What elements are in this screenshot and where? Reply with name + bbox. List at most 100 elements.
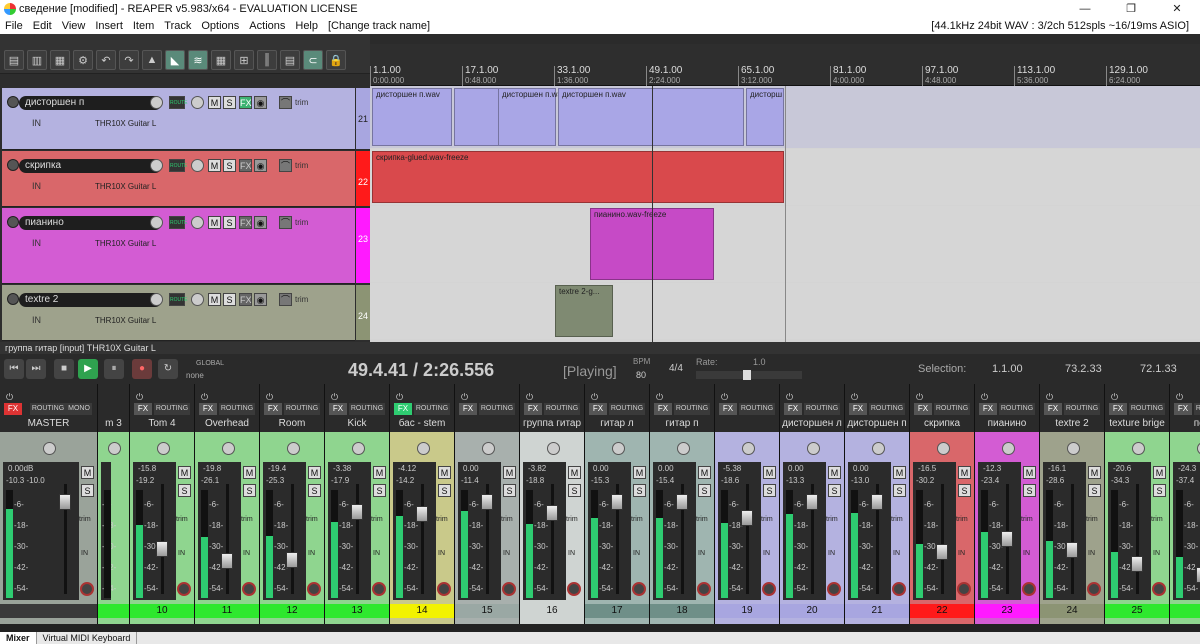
mute-button[interactable]: M: [208, 96, 221, 109]
mute-button[interactable]: M: [763, 466, 776, 479]
volume-fader[interactable]: [351, 504, 363, 521]
pan-knob[interactable]: [936, 442, 950, 455]
input-label[interactable]: IN: [81, 550, 88, 557]
input-label[interactable]: IN: [503, 550, 510, 557]
input-label[interactable]: IN: [893, 550, 900, 557]
mute-button[interactable]: M: [308, 466, 321, 479]
fx-bypass-icon[interactable]: ◉: [254, 293, 267, 306]
fx-button[interactable]: FX: [239, 96, 252, 109]
solo-button[interactable]: S: [223, 159, 236, 172]
stop-icon[interactable]: ■: [54, 359, 74, 379]
mute-button[interactable]: M: [243, 466, 256, 479]
media-item[interactable]: дисторш: [746, 88, 784, 146]
record-arm-button[interactable]: [762, 582, 776, 596]
media-item[interactable]: дисторшен п.wav: [558, 88, 744, 146]
mute-button[interactable]: M: [438, 466, 451, 479]
pan-knob[interactable]: [546, 442, 560, 455]
volume-fader[interactable]: [481, 494, 493, 510]
bpm-value[interactable]: 80: [636, 370, 646, 380]
mixer-strip[interactable]: FX ⏻ ROUTING -5.38 -18.6 -6- -18- -30- -42- -54- M…: [715, 384, 780, 624]
menu-file[interactable]: File: [0, 20, 28, 32]
pan-knob[interactable]: [481, 442, 495, 455]
solo-button[interactable]: S: [223, 216, 236, 229]
pan-knob[interactable]: [43, 442, 56, 455]
mixer-strip[interactable]: FX ⏻ ROUTING 0.00 -11.4 -6- -18- -30- -42- -54- M S…: [455, 384, 520, 624]
fx-button[interactable]: FX: [849, 403, 867, 415]
strip-number[interactable]: 22: [910, 604, 974, 618]
power-icon[interactable]: ⏻: [786, 392, 793, 403]
power-icon[interactable]: ⏻: [201, 392, 208, 403]
track-22[interactable]: скрипка ROUTE M S FX ◉ ⌒ trim IN THR10X …: [2, 151, 370, 207]
routing-button[interactable]: ROUTING: [1129, 403, 1165, 415]
record-arm-button[interactable]: [502, 582, 516, 596]
mixer-strip[interactable]: FX ⏻ ROUTING группа гитар -3.82 -18.8 -6- -18- -…: [520, 384, 585, 624]
input-label[interactable]: IN: [178, 550, 185, 557]
routing-button[interactable]: ROUTING: [219, 403, 255, 415]
solo-button[interactable]: S: [178, 484, 191, 497]
mixer-strip[interactable]: FX ⏻ ROUTING Overhead -19.8 -26.1 -6- -18- -30- -…: [195, 384, 260, 624]
strip-name[interactable]: пианино: [975, 418, 1039, 432]
input-label[interactable]: IN: [32, 238, 41, 248]
strip-name[interactable]: Tom 4: [130, 418, 194, 432]
mute-button[interactable]: M: [958, 466, 971, 479]
pan-knob[interactable]: [1131, 442, 1145, 455]
maximize-button[interactable]: ❐: [1108, 0, 1154, 18]
go-to-end-icon[interactable]: ⏭: [26, 359, 46, 379]
close-button[interactable]: ✕: [1154, 0, 1200, 18]
fx-button[interactable]: FX: [394, 403, 412, 415]
mute-button[interactable]: M: [373, 466, 386, 479]
fx-button[interactable]: FX: [784, 403, 802, 415]
mixer-strip[interactable]: FX ⏻ ROUTING Tom 4 -15.8 -19.2 -6- -18- -30- -42-…: [130, 384, 195, 624]
mixer-strip[interactable]: FX ⏻ ROUTING MONO MASTER 0.00dB -10.3 -10.0 -6-…: [0, 384, 98, 624]
strip-name[interactable]: Overhead: [195, 418, 259, 432]
strip-number[interactable]: 16: [520, 604, 584, 618]
fx-button[interactable]: FX: [1174, 403, 1192, 415]
volume-fader[interactable]: [546, 505, 558, 522]
routing-button[interactable]: ROUTING: [284, 403, 320, 415]
menu-track[interactable]: Track: [159, 20, 196, 32]
record-arm-button[interactable]: [7, 159, 19, 171]
volume-fader[interactable]: [1131, 555, 1143, 572]
strip-number[interactable]: 15: [455, 604, 519, 618]
fx-button[interactable]: FX: [199, 403, 217, 415]
undo-icon[interactable]: ↶: [96, 50, 116, 70]
record-arm-button[interactable]: [7, 293, 19, 305]
routing-button[interactable]: ROUTING: [739, 403, 775, 415]
power-icon[interactable]: ⏻: [981, 392, 988, 403]
power-icon[interactable]: ⏻: [851, 392, 858, 403]
fx-button[interactable]: FX: [4, 403, 22, 415]
record-arm-button[interactable]: [80, 582, 94, 596]
media-item[interactable]: скрипка-glued.wav-freeze: [372, 151, 784, 203]
strip-name[interactable]: гитар л: [585, 418, 649, 432]
mixer-strip[interactable]: FX ⏻ ROUTING дисторшен л 0.00 -13.3 -6- -18- -30…: [780, 384, 845, 624]
routing-button[interactable]: ROUTING: [609, 403, 645, 415]
lock-all-icon[interactable]: 🔒: [326, 50, 346, 70]
envelope-button[interactable]: ⌒: [279, 293, 292, 306]
volume-knob[interactable]: [150, 216, 163, 229]
menu-change-track-name[interactable]: [Change track name]: [323, 20, 435, 32]
media-item[interactable]: дисторшен п.wav: [498, 88, 566, 146]
strip-number[interactable]: 19: [715, 604, 779, 618]
solo-button[interactable]: S: [1153, 484, 1166, 497]
volume-readout[interactable]: -19.8: [203, 464, 221, 473]
strip-number[interactable]: 18: [650, 604, 714, 618]
track-21[interactable]: дисторшен п ROUTE M S FX ◉ ⌒ trim IN THR…: [2, 88, 370, 150]
volume-readout[interactable]: -4.12: [398, 464, 416, 473]
fx-button[interactable]: FX: [239, 293, 252, 306]
mute-button[interactable]: M: [698, 466, 711, 479]
menu-view[interactable]: View: [57, 20, 91, 32]
pan-knob[interactable]: [286, 442, 300, 455]
mute-button[interactable]: M: [208, 216, 221, 229]
input-label[interactable]: IN: [373, 550, 380, 557]
timeline-ruler[interactable]: 1.1.00 0:00.000 17.1.00 0:48.000 33.1.00 1:…: [370, 44, 1200, 86]
media-item[interactable]: textre 2-g...: [555, 285, 613, 337]
solo-button[interactable]: S: [568, 484, 581, 497]
mute-button[interactable]: M: [1023, 466, 1036, 479]
record-arm-button[interactable]: [372, 582, 386, 596]
routing-button[interactable]: ROUTING: [934, 403, 970, 415]
volume-knob[interactable]: [150, 293, 163, 306]
envelope-button[interactable]: ⌒: [279, 159, 292, 172]
mixer-strip[interactable]: FX ⏻ ROUTING гитар п 0.00 -15.4 -6- -18- -30- -42…: [650, 384, 715, 624]
input-label[interactable]: IN: [32, 181, 41, 191]
strip-name[interactable]: Kick: [325, 418, 389, 432]
